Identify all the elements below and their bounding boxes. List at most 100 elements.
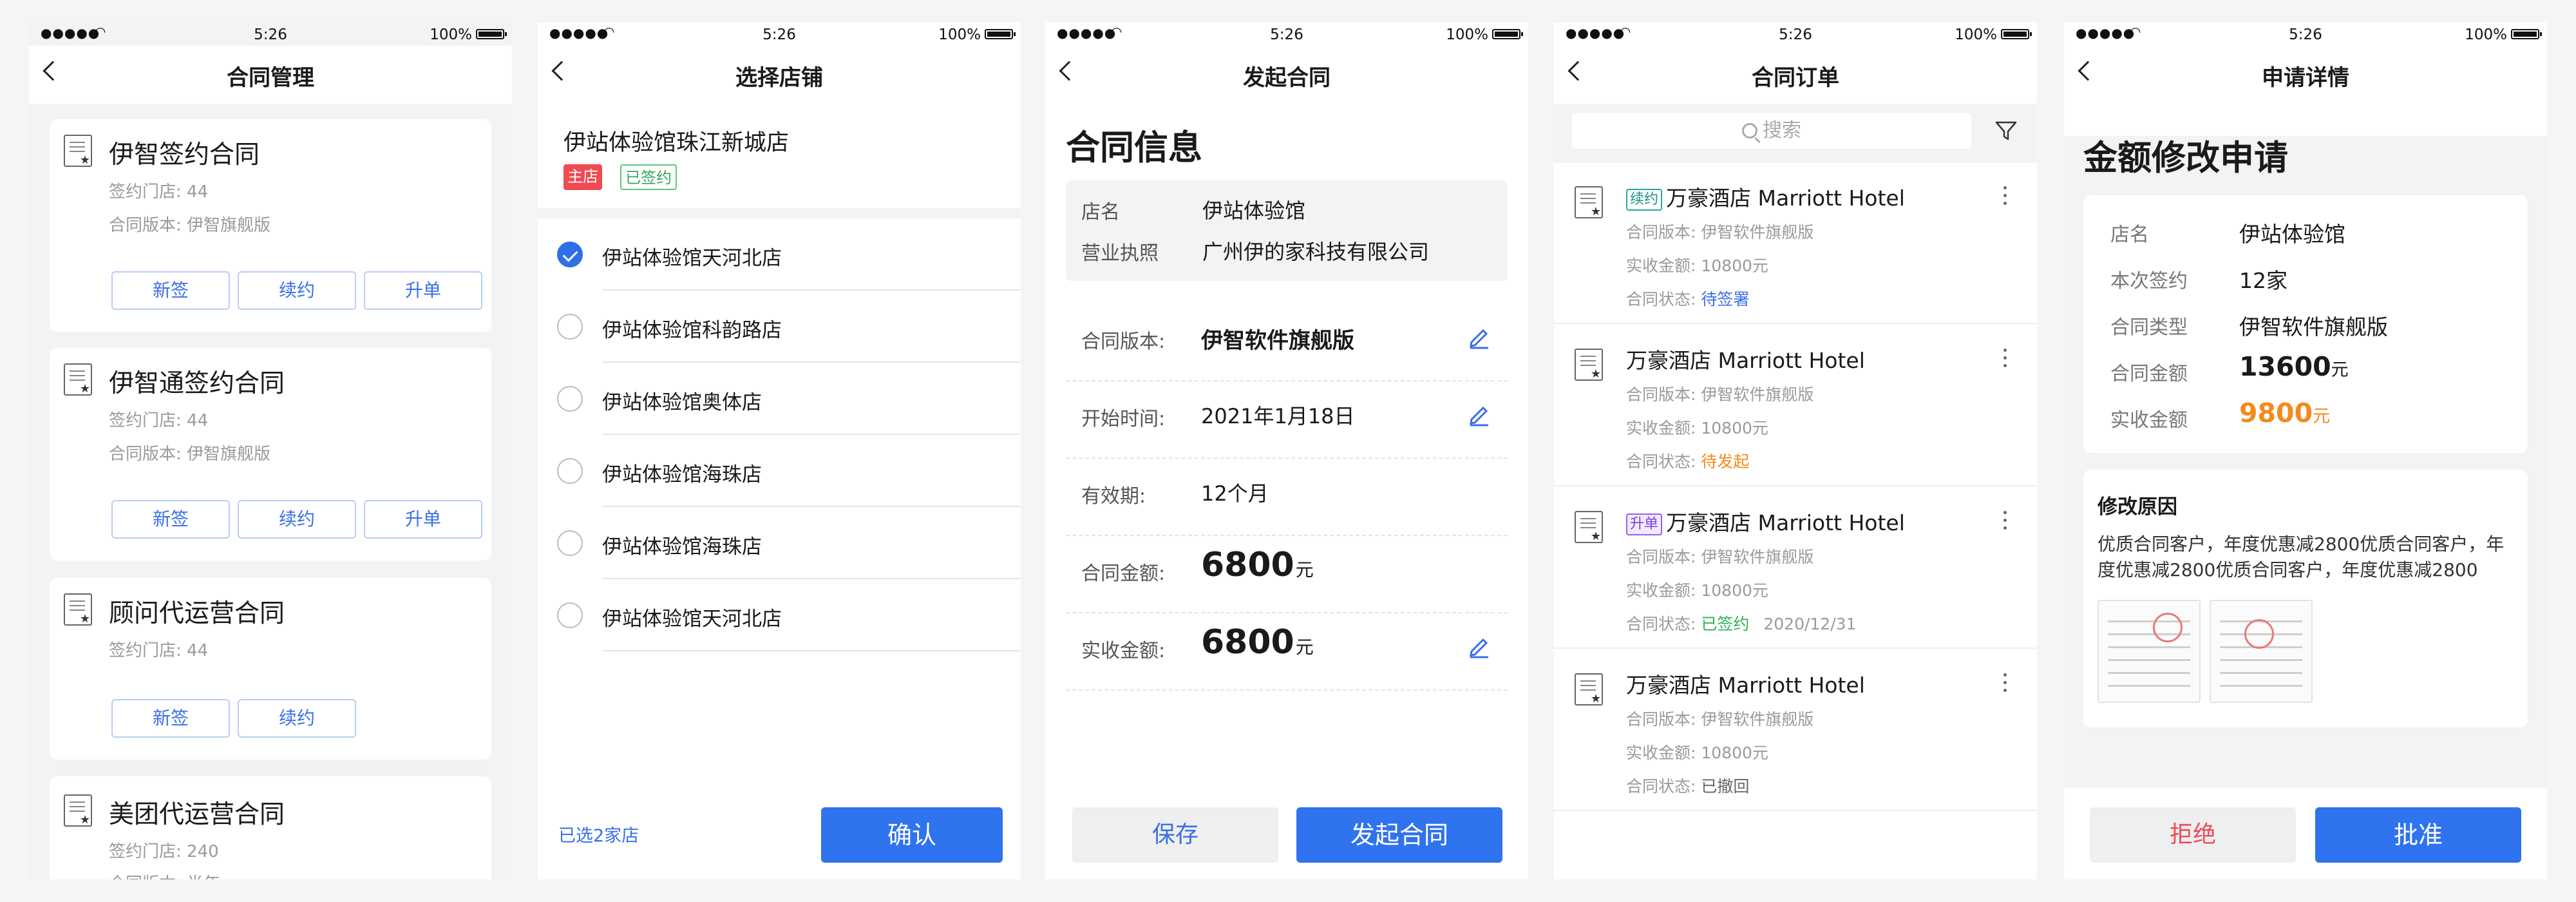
filter-icon[interactable] xyxy=(1994,119,2018,142)
store-option[interactable]: 伊站体验馆奥体店 xyxy=(602,386,762,415)
contract-doc-icon xyxy=(64,593,92,626)
contract-version: 合同版本: 伊智旗舰版 xyxy=(109,445,271,464)
signed-tag: 已签约 xyxy=(620,164,677,190)
contract-doc-icon xyxy=(64,135,92,167)
reject-button[interactable]: 拒绝 xyxy=(2090,807,2296,863)
new-sign-button[interactable]: 新签 xyxy=(111,500,230,539)
order-title[interactable]: 续约 万豪酒店 Marriott Hotel xyxy=(1626,181,1905,212)
battery-icon xyxy=(476,29,507,39)
contract-amount-value: 6800 xyxy=(1201,546,1294,584)
store-checkbox[interactable] xyxy=(557,314,583,340)
battery-text: 100% xyxy=(1955,26,1997,43)
currency-unit: 元 xyxy=(1295,559,1314,581)
more-icon[interactable] xyxy=(2003,673,2007,693)
order-status: 合同状态: 已撤回 xyxy=(1626,774,1749,797)
edit-icon[interactable] xyxy=(1466,324,1492,350)
approve-button[interactable]: 批准 xyxy=(2315,807,2521,863)
attachment-image[interactable] xyxy=(2098,600,2201,703)
order-received: 实收金额: 10800元 xyxy=(1626,256,1768,275)
contract-amount: 6800元 xyxy=(1201,546,1314,584)
store-option[interactable]: 伊站体验馆海珠店 xyxy=(602,458,762,487)
phone-select-store: ●●●●● ◠ 5:26 100% 选择店铺 伊站体验馆珠江新城店 主店 已签约… xyxy=(538,23,1021,879)
application-heading: 金额修改申请 xyxy=(2083,139,2288,178)
divider xyxy=(602,650,1021,651)
received-amount: 6800元 xyxy=(1201,623,1314,662)
version-label: 合同版本: xyxy=(1081,331,1166,353)
divider xyxy=(602,361,1021,363)
version-value: 伊智软件旗舰版 xyxy=(1201,328,1354,354)
order-title[interactable]: 万豪酒店 Marriott Hotel xyxy=(1626,668,1865,699)
main-store-name: 伊站体验馆珠江新城店 xyxy=(564,130,790,156)
status-bar: ●●●●● ◠ 5:26 100% xyxy=(2064,23,2547,46)
amount-detail-card: 店名 伊站体验馆 本次签约 12家 合同类型 伊智软件旗舰版 合同金额 1360… xyxy=(2083,195,2528,453)
reason-line: 度优惠减2800优质合同客户，年度优惠减2800 xyxy=(2098,559,2478,581)
sign-count-label: 本次签约 xyxy=(2110,270,2188,293)
search-input[interactable]: 搜索 xyxy=(1572,113,1971,149)
validity-label: 有效期: xyxy=(1081,485,1146,508)
new-sign-button[interactable]: 新签 xyxy=(111,271,230,310)
divider xyxy=(1066,380,1508,381)
initiate-contract-button[interactable]: 发起合同 xyxy=(1296,807,1502,863)
store-checkbox[interactable] xyxy=(557,386,583,412)
more-icon[interactable] xyxy=(2003,186,2007,206)
store-checkbox[interactable] xyxy=(557,458,583,484)
edit-icon[interactable] xyxy=(1466,401,1492,427)
contract-type-value: 伊智软件旗舰版 xyxy=(2239,314,2388,340)
store-option[interactable]: 伊站体验馆海珠店 xyxy=(602,530,762,559)
store-label: 店名 xyxy=(2110,224,2149,246)
contract-name: 伊智通签约合同 xyxy=(109,369,285,398)
contract-amount: 13600元 xyxy=(2239,351,2349,382)
battery-text: 100% xyxy=(938,26,981,43)
store-option[interactable]: 伊站体验馆天河北店 xyxy=(602,242,782,271)
page-title: 合同管理 xyxy=(227,65,314,91)
reason-card: 修改原因 优质合同客户，年度优惠减2800优质合同客户，年 度优惠减2800优质… xyxy=(2083,470,2528,727)
start-date-value: 2021年1月18日 xyxy=(1201,404,1355,428)
order-name: 万豪酒店 Marriott Hotel xyxy=(1626,348,1865,373)
battery-icon xyxy=(2511,29,2542,39)
renew-button[interactable]: 续约 xyxy=(238,500,356,539)
attachment-image[interactable] xyxy=(2210,600,2313,703)
store-checkbox[interactable] xyxy=(557,530,583,556)
order-name: 万豪酒店 Marriott Hotel xyxy=(1626,673,1865,698)
more-icon[interactable] xyxy=(2003,349,2007,368)
order-title[interactable]: 升单 万豪酒店 Marriott Hotel xyxy=(1626,506,1905,537)
divider xyxy=(602,578,1021,579)
contract-name: 美团代运营合同 xyxy=(109,800,285,829)
more-icon[interactable] xyxy=(2003,511,2007,530)
order-version: 合同版本: 伊智软件旗舰版 xyxy=(1626,710,1814,729)
phone-contract-orders: ●●●●● ◠ 5:26 100% 合同订单 搜索 续约万豪酒店 Marriot… xyxy=(1554,23,2037,879)
renew-button[interactable]: 续约 xyxy=(238,699,356,738)
status-label: 合同状态: xyxy=(1626,777,1696,796)
confirm-button[interactable]: 确认 xyxy=(821,807,1003,863)
save-button[interactable]: 保存 xyxy=(1072,807,1278,863)
contract-card: 伊智签约合同 签约门店: 44 合同版本: 伊智旗舰版 新签 续约 升单 xyxy=(50,119,491,332)
battery-text: 100% xyxy=(1446,26,1488,43)
battery-icon xyxy=(985,29,1016,39)
edit-icon[interactable] xyxy=(1466,633,1492,659)
store-checkbox[interactable] xyxy=(557,602,583,628)
store-option[interactable]: 伊站体验馆科韵路店 xyxy=(602,314,782,343)
contract-stores: 签约门店: 240 xyxy=(109,842,219,861)
renew-button[interactable]: 续约 xyxy=(238,271,356,310)
search-placeholder: 搜索 xyxy=(1763,119,1801,142)
contract-card: 顾问代运营合同 签约门店: 44 新签 续约 xyxy=(50,578,491,760)
license-value: 广州伊的家科技有限公司 xyxy=(1202,240,1430,264)
store-option[interactable]: 伊站体验馆天河北店 xyxy=(602,602,782,631)
new-sign-button[interactable]: 新签 xyxy=(111,699,230,738)
upgrade-tag: 升单 xyxy=(1626,513,1663,535)
order-title[interactable]: 万豪酒店 Marriott Hotel xyxy=(1626,343,1865,374)
store-checkbox[interactable] xyxy=(557,242,583,267)
battery-text: 100% xyxy=(430,26,472,43)
divider xyxy=(1066,612,1508,613)
contract-name: 顾问代运营合同 xyxy=(109,599,285,628)
upgrade-button[interactable]: 升单 xyxy=(364,500,482,539)
contract-card: 伊智通签约合同 签约门店: 44 合同版本: 伊智旗舰版 新签 续约 升单 xyxy=(50,348,491,561)
contract-stores: 签约门店: 44 xyxy=(109,641,209,660)
upgrade-button[interactable]: 升单 xyxy=(364,271,482,310)
status-bar: ●●●●● ◠ 5:26 100% xyxy=(29,23,512,46)
status-value: 待发起 xyxy=(1701,452,1750,471)
start-date-label: 开始时间: xyxy=(1081,408,1166,430)
order-status: 合同状态: 已签约 2020/12/31 xyxy=(1626,611,1856,635)
order-status: 合同状态: 待发起 xyxy=(1626,449,1749,472)
selected-count-link[interactable]: 已选2家店 xyxy=(558,821,639,847)
